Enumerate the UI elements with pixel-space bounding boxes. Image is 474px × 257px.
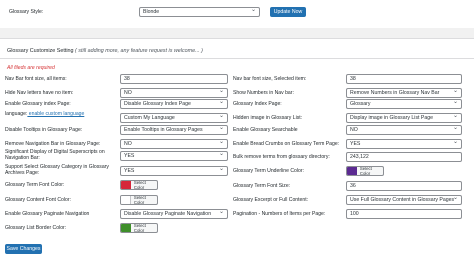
select-color-text: Select Color	[359, 166, 372, 176]
glossary-style-label: Glossary Style:	[9, 9, 44, 15]
right-show-numbers-in-nav-bar-label: Show Numbers in Nav bar:	[233, 90, 342, 96]
left-glossary-content-font-color-label-text: Glossary Content Font Color:	[5, 197, 71, 203]
left-glossary-term-font-color-color-picker[interactable]: Select Color	[120, 180, 158, 190]
right-pagination-numbers-of-items-per-page-label-text: Pagination - Numbers of Items per Page:	[233, 211, 326, 217]
color-swatch	[347, 167, 357, 175]
left-remove-navigation-bar-in-glossary-page-select[interactable]: NO	[120, 139, 228, 149]
right-glossary-term-font-size-label-text: Glossary Term Font Size:	[233, 183, 291, 189]
right-glossary-excerpt-or-full-content-label: Glossary Excerpt or Full Content:	[233, 197, 342, 203]
left-enable-glossary-paginate-navigation-select[interactable]: Disable Glossary Paginate Navigation	[120, 209, 228, 219]
color-swatch	[121, 224, 131, 232]
enable-custom-language-link[interactable]: enable custom language	[27, 111, 85, 117]
left-enable-glossary-paginate-navigation-label: Enable Glossary Paginate Navigation	[5, 211, 116, 217]
right-hidden-image-in-glossary-list-label-text: Hidden image in Glossary List:	[233, 115, 303, 121]
left-support-select-glossary-category-in-glos-label: Support Select Glossary Category in Glos…	[5, 164, 116, 176]
left-glossary-list-border-color-label-text: Glossary List Border Color:	[5, 225, 67, 231]
left-enable-glossary-index-page-label-text: Enable Glossary index Page:	[5, 101, 71, 107]
right-glossary-term-underline-color-label: Glossary Term Underline Color:	[233, 168, 342, 174]
right-hidden-image-in-glossary-list-select[interactable]: Display image in Glossary List Page	[346, 113, 462, 123]
left-support-select-glossary-category-in-glos-select[interactable]: YES	[120, 166, 228, 176]
left-hide-nav-letters-have-no-item-select[interactable]: NO	[120, 88, 228, 98]
right-glossary-index-page-label: Glossary Index Page:	[233, 101, 342, 107]
color-swatch	[121, 181, 131, 189]
left-support-select-glossary-category-in-glos-label-text: Support Select Glossary Category in Glos…	[5, 164, 109, 176]
left-glossary-content-font-color-label: Glossary Content Font Color:	[5, 197, 116, 203]
left-hide-nav-letters-have-no-item-label: Hide Nav letters have no item:	[5, 90, 116, 96]
left-remove-navigation-bar-in-glossary-page-label: Remove Navigation Bar in Glossary Page:	[5, 141, 116, 147]
left-language-label-text: language:	[5, 111, 28, 117]
right-glossary-term-underline-color-label-text: Glossary Term Underline Color:	[233, 168, 304, 174]
left-significant-display-of-digital-superscri-select[interactable]: YES	[120, 151, 228, 161]
right-nav-bar-font-size-selected-item-input[interactable]: 38	[346, 74, 462, 84]
right-pagination-numbers-of-items-per-page-input[interactable]: 100	[346, 209, 462, 219]
right-glossary-term-font-size-input[interactable]: 36	[346, 181, 462, 191]
left-disable-tooltips-in-glossary-page-label: Disable Tooltips in Glossary Page:	[5, 127, 116, 133]
right-enable-bread-crumbs-on-glossary-term-pag-label: Enable Bread Crumbs on Glossary Term Pag…	[233, 141, 342, 147]
right-enable-bread-crumbs-on-glossary-term-pag-select[interactable]: YES	[346, 139, 462, 149]
right-glossary-excerpt-or-full-content-label-text: Glossary Excerpt or Full Content:	[233, 197, 309, 203]
left-remove-navigation-bar-in-glossary-page-label-text: Remove Navigation Bar in Glossary Page:	[5, 141, 101, 147]
right-nav-bar-font-size-selected-item-label: Nav bar font size, Selected item:	[233, 76, 342, 82]
required-note: All fileds are required	[7, 65, 55, 71]
right-show-numbers-in-nav-bar-label-text: Show Numbers in Nav bar:	[233, 90, 294, 96]
right-glossary-index-page-label-text: Glossary Index Page:	[233, 101, 282, 107]
right-enable-glossary-searchable-select[interactable]: NO	[346, 125, 462, 135]
left-significant-display-of-digital-superscri-label: Significant Display of Digital Superscri…	[5, 149, 116, 161]
right-bulk-remove-terms-from-glossary-director-input[interactable]: 243,122	[346, 152, 462, 162]
section-divider	[0, 58, 474, 59]
left-nav-bar-font-size-all-items-label-text: Nav Bar font size, all items:	[5, 76, 67, 82]
left-disable-tooltips-in-glossary-page-label-text: Disable Tooltips in Glossary Page:	[5, 127, 83, 133]
section-title-main: Glossary Customize Setting	[7, 48, 74, 54]
right-enable-glossary-searchable-label-text: Enable Glossary Searchable	[233, 127, 298, 133]
right-glossary-index-page-select[interactable]: Glossary	[346, 99, 462, 109]
left-glossary-term-font-color-label-text: Glossary Term Font Color:	[5, 182, 65, 188]
left-enable-glossary-index-page-label: Enable Glossary index Page:	[5, 101, 116, 107]
update-now-button[interactable]: Update Now	[270, 7, 306, 17]
glossary-style-select[interactable]: Blonde	[139, 7, 260, 17]
select-color-text: Select Color	[133, 195, 146, 205]
right-hidden-image-in-glossary-list-label: Hidden image in Glossary List:	[233, 115, 342, 121]
left-glossary-term-font-color-label: Glossary Term Font Color:	[5, 182, 116, 188]
right-glossary-excerpt-or-full-content-select[interactable]: Use Full Glossary Content in Glossary Pa…	[346, 195, 462, 205]
left-glossary-list-border-color-color-picker[interactable]: Select Color	[120, 223, 158, 233]
left-nav-bar-font-size-all-items-input[interactable]: 38	[120, 74, 228, 84]
right-nav-bar-font-size-selected-item-label-text: Nav bar font size, Selected item:	[233, 76, 307, 82]
left-hide-nav-letters-have-no-item-label-text: Hide Nav letters have no item:	[5, 90, 74, 96]
right-pagination-numbers-of-items-per-page-label: Pagination - Numbers of Items per Page:	[233, 211, 342, 217]
left-glossary-list-border-color-label: Glossary List Border Color:	[5, 225, 116, 231]
section-title-sub: ( still adding more, any feature request…	[75, 48, 203, 54]
right-glossary-term-underline-color-color-picker[interactable]: Select Color	[346, 166, 384, 176]
right-glossary-term-font-size-label: Glossary Term Font Size:	[233, 183, 342, 189]
left-glossary-content-font-color-color-picker[interactable]: Select Color	[120, 195, 158, 205]
right-enable-glossary-searchable-label: Enable Glossary Searchable	[233, 127, 342, 133]
left-nav-bar-font-size-all-items-label: Nav Bar font size, all items:	[5, 76, 116, 82]
color-swatch	[121, 196, 131, 204]
save-changes-button[interactable]: Save Changes	[5, 244, 42, 254]
right-bulk-remove-terms-from-glossary-director-label-text: Bulk remove terms from glossary director…	[233, 154, 330, 160]
left-enable-glossary-paginate-navigation-label-text: Enable Glossary Paginate Navigation	[5, 211, 90, 217]
left-significant-display-of-digital-superscri-label-text: Significant Display of Digital Superscri…	[5, 149, 105, 161]
select-color-text: Select Color	[133, 180, 146, 190]
left-disable-tooltips-in-glossary-page-select[interactable]: Enable Tooltips in Glossary Pages	[120, 125, 228, 135]
right-bulk-remove-terms-from-glossary-director-label: Bulk remove terms from glossary director…	[233, 154, 342, 160]
right-enable-bread-crumbs-on-glossary-term-pag-label-text: Enable Bread Crumbs on Glossary Term Pag…	[233, 141, 340, 147]
select-color-text: Select Color	[133, 223, 146, 233]
section-title: Glossary Customize Setting ( still addin…	[7, 48, 203, 54]
left-enable-glossary-index-page-select[interactable]: Disable Glossary Index Page	[120, 99, 228, 109]
left-language-select[interactable]: Custom My Language	[120, 113, 228, 123]
right-show-numbers-in-nav-bar-select[interactable]: Remove Numbers in Glossary Nav Bar	[346, 88, 462, 98]
left-language-label: language: enable custom language	[5, 111, 116, 117]
